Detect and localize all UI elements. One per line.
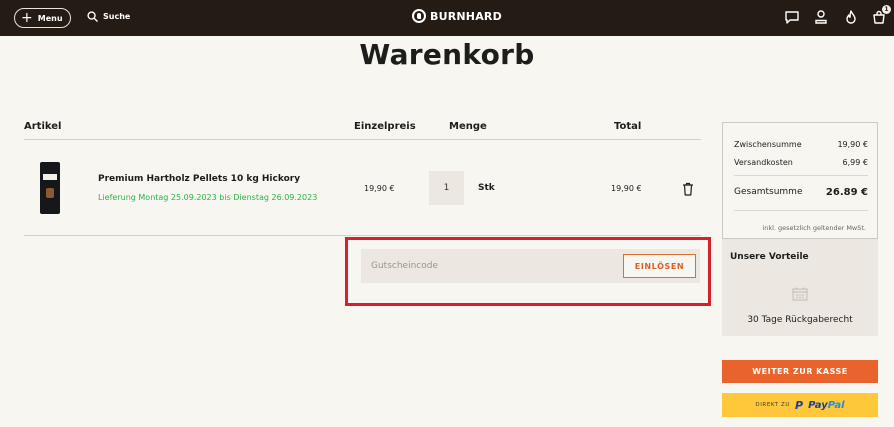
menu-label: Menu [37, 13, 63, 23]
subtotal-label: Zwischensumme [734, 140, 802, 149]
grand-total-label: Gesamtsumme [734, 187, 803, 197]
product-image[interactable] [40, 162, 60, 214]
delivery-estimate: Lieferung Montag 25.09.2023 bis Dienstag… [98, 193, 318, 202]
grand-total-row: Gesamtsumme 26.89 € [734, 187, 868, 198]
search-label: Suche [103, 12, 131, 21]
column-header-total: Total [614, 121, 642, 132]
benefit-return-policy: 30 Tage Rückgaberecht [747, 315, 853, 325]
summary-divider [734, 175, 868, 176]
flame-icon[interactable] [843, 9, 859, 25]
paypal-logo: PayPal [808, 400, 845, 411]
shipping-value: 6,99 € [842, 158, 868, 167]
shipping-label: Versandkosten [734, 158, 793, 167]
redeem-coupon-button[interactable]: EINLÖSEN [623, 254, 696, 278]
order-summary: Zwischensumme 19,90 € Versandkosten 6,99… [722, 122, 878, 239]
unit-price: 19,90 € [364, 184, 395, 193]
quantity-unit: Stk [478, 183, 495, 193]
cart-button[interactable]: 1 [871, 5, 891, 25]
subtotal-value: 19,90 € [837, 140, 868, 149]
calendar-icon [792, 287, 808, 301]
benefits-panel: Unsere Vorteile 30 Tage Rückgaberecht [722, 239, 878, 336]
column-header-article: Artikel [24, 121, 62, 132]
menu-button[interactable]: + Menu [14, 8, 71, 28]
paypal-prefix: DIREKT ZU [755, 402, 791, 408]
plus-icon: + [21, 9, 33, 26]
vat-note: inkl. gesetzlich geltender MwSt. [762, 224, 866, 232]
search-icon [87, 11, 98, 22]
grand-total-value: 26.89 € [825, 187, 868, 198]
quantity-input[interactable]: 1 [429, 171, 464, 205]
paypal-logo-pal: Pal [827, 399, 845, 411]
account-icon[interactable] [813, 9, 829, 25]
paypal-mark-icon: P [795, 398, 804, 412]
benefits-title: Unsere Vorteile [730, 252, 809, 262]
row-divider [24, 235, 701, 236]
checkout-button[interactable]: WEITER ZUR KASSE [722, 360, 878, 383]
subtotal-row: Zwischensumme 19,90 € [734, 140, 868, 149]
search-button[interactable]: Suche [87, 11, 130, 22]
shipping-row: Versandkosten 6,99 € [734, 158, 868, 167]
coupon-code-input[interactable] [361, 249, 611, 283]
column-header-quantity: Menge [449, 121, 487, 132]
table-header-divider [24, 139, 701, 140]
brand-logo[interactable]: BURNHARD [412, 9, 502, 23]
summary-divider [734, 210, 868, 211]
product-name[interactable]: Premium Hartholz Pellets 10 kg Hickory [98, 174, 300, 184]
logo-text: BURNHARD [430, 9, 502, 23]
column-header-unit-price: Einzelpreis [354, 121, 416, 132]
paypal-checkout-button[interactable]: DIREKT ZU P PayPal [722, 393, 878, 417]
line-total: 19,90 € [611, 184, 642, 193]
cart-count-badge: 1 [882, 5, 891, 14]
paypal-logo-pay: Pay [808, 399, 828, 411]
trash-icon[interactable] [682, 182, 694, 196]
chat-icon[interactable] [784, 9, 800, 25]
page-title: Warenkorb [359, 38, 535, 71]
logo-mark-icon [412, 9, 426, 23]
top-navigation-bar: + Menu Suche BURNHARD 1 [0, 0, 894, 36]
coupon-form: EINLÖSEN [361, 249, 700, 283]
